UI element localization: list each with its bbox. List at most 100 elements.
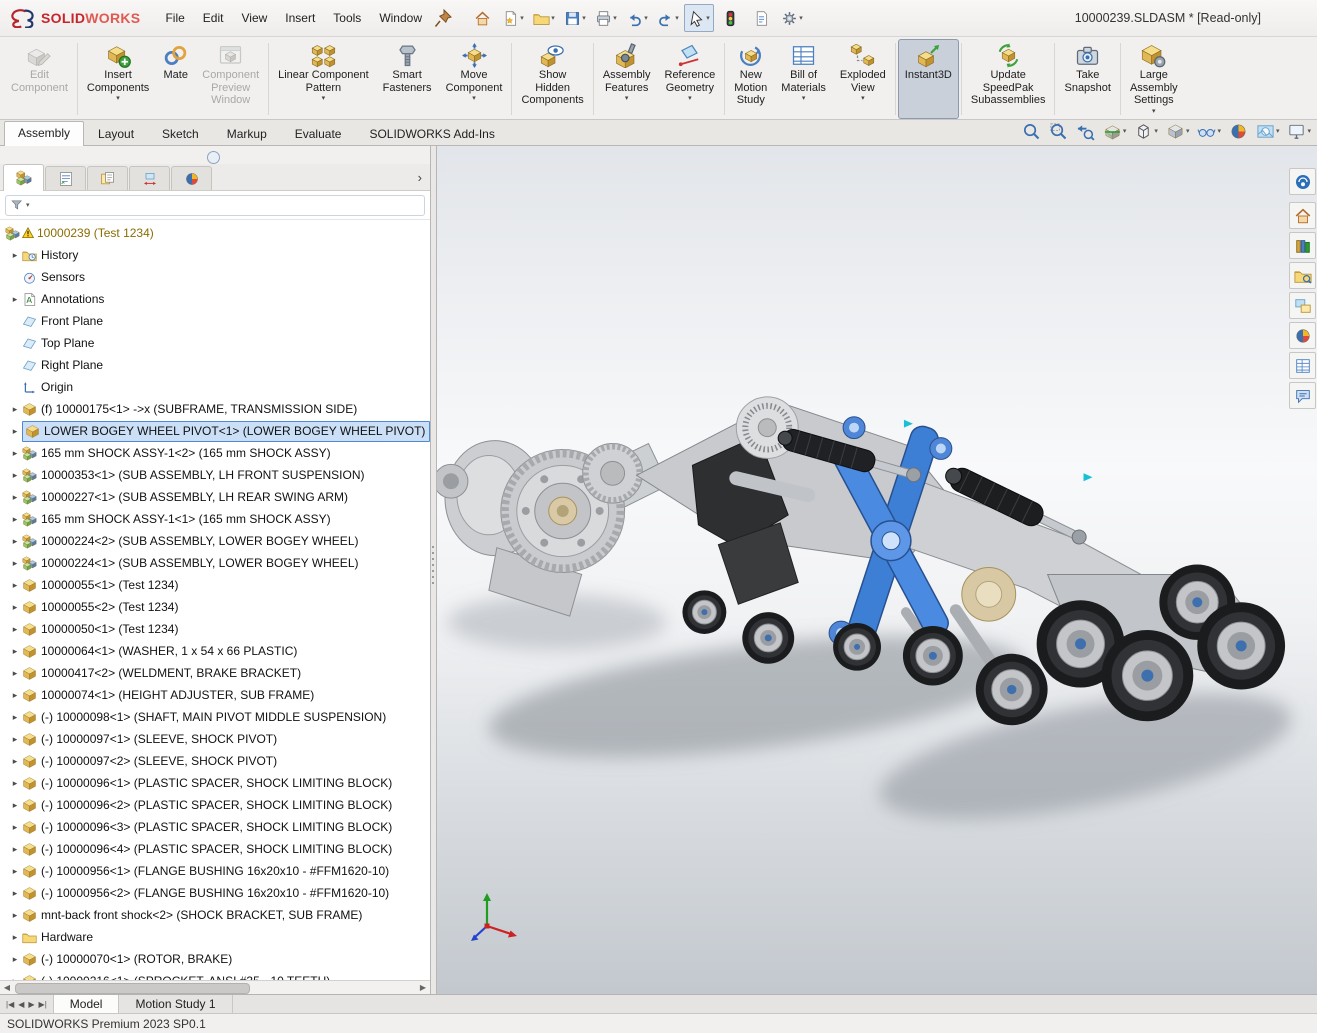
menu-view[interactable]: View [232, 7, 276, 29]
new-document-button[interactable]: ▾ [498, 4, 528, 32]
view-palette-button[interactable] [1289, 292, 1316, 319]
tree-item[interactable]: ▸(-) 10000070<1> (ROTOR, BRAKE) [0, 948, 430, 970]
tree-item[interactable]: Front Plane [0, 310, 430, 332]
tree-item[interactable]: ▸(-) 10000956<2> (FLANGE BUSHING 16x20x1… [0, 882, 430, 904]
show-hidden-components-button[interactable]: Show Hidden Components [514, 39, 590, 119]
tree-item[interactable]: ▸History [0, 244, 430, 266]
dropdown-arrow-icon[interactable]: ▾ [322, 95, 326, 102]
previous-tab-icon[interactable]: ◀ [18, 1000, 24, 1009]
take-snapshot-button[interactable]: Take Snapshot [1057, 39, 1117, 119]
dropdown-arrow-icon[interactable]: ▾ [1154, 128, 1158, 135]
tree-item[interactable]: ▸(-) 10000216<1> (SPROCKET, ANSI #35 - 1… [0, 970, 430, 980]
tree-item[interactable]: Top Plane [0, 332, 430, 354]
expand-arrow-icon[interactable]: ▸ [8, 448, 22, 459]
tree-item[interactable]: ▸(-) 10000096<4> (PLASTIC SPACER, SHOCK … [0, 838, 430, 860]
dropdown-arrow-icon[interactable]: ▾ [644, 15, 648, 22]
tree-item[interactable]: ▸Hardware [0, 926, 430, 948]
bottom-tab-model[interactable]: Model [54, 995, 120, 1013]
tree-item[interactable]: ▸10000050<1> (Test 1234) [0, 618, 430, 640]
expand-arrow-icon[interactable]: ▸ [8, 668, 22, 679]
viewport-3d[interactable] [437, 146, 1317, 994]
tree-item[interactable]: ▸(-) 10000096<3> (PLASTIC SPACER, SHOCK … [0, 816, 430, 838]
insert-components-button[interactable]: Insert Components▾ [80, 39, 156, 119]
tree-item[interactable]: ▸mnt-back front shock<2> (SHOCK BRACKET,… [0, 904, 430, 926]
menu-insert[interactable]: Insert [276, 7, 324, 29]
display-style-button[interactable]: ▾ [1164, 121, 1192, 142]
tree-item[interactable]: ▸10000055<1> (Test 1234) [0, 574, 430, 596]
bottom-tab-motion-study-1[interactable]: Motion Study 1 [119, 995, 232, 1013]
tree-item[interactable]: ▸(-) 10000097<2> (SLEEVE, SHOCK PIVOT) [0, 750, 430, 772]
tree-horizontal-scrollbar[interactable]: ◀ ▶ [0, 980, 430, 994]
tree-item[interactable]: Right Plane [0, 354, 430, 376]
print-button[interactable]: ▾ [591, 4, 621, 32]
new-motion-study-button[interactable]: New Motion Study [727, 39, 774, 119]
expand-arrow-icon[interactable]: ▸ [8, 580, 22, 591]
panel-tab-dimxpertmanager[interactable] [129, 166, 170, 190]
bill-of-materials-button[interactable]: Bill of Materials▾ [774, 39, 833, 119]
panel-splitter[interactable] [430, 146, 437, 994]
dropdown-arrow-icon[interactable]: ▾ [582, 15, 586, 22]
3dexperience-button[interactable] [1289, 168, 1316, 195]
expand-arrow-icon[interactable]: ▸ [8, 514, 22, 525]
tree-item[interactable]: Sensors [0, 266, 430, 288]
scrollbar-thumb[interactable] [15, 983, 250, 994]
tree-item[interactable]: ▸(f) 10000175<1> ->x (SUBFRAME, TRANSMIS… [0, 398, 430, 420]
instant3d-button[interactable]: Instant3D [898, 39, 959, 119]
first-tab-icon[interactable]: |◀ [6, 1000, 14, 1009]
expand-arrow-icon[interactable]: ▸ [8, 558, 22, 569]
dropdown-arrow-icon[interactable]: ▾ [551, 15, 555, 22]
tree-item[interactable]: ▸10000224<1> (SUB ASSEMBLY, LOWER BOGEY … [0, 552, 430, 574]
expand-arrow-icon[interactable]: ▸ [8, 712, 22, 723]
expand-arrow-icon[interactable]: ▸ [8, 954, 22, 965]
scroll-right-icon[interactable]: ▶ [416, 983, 430, 992]
mate-button[interactable]: Mate [156, 39, 195, 119]
reference-geometry-button[interactable]: Reference Geometry▾ [658, 39, 723, 119]
previous-view-button[interactable] [1074, 121, 1097, 142]
tree-item[interactable]: ▸(-) 10000097<1> (SLEEVE, SHOCK PIVOT) [0, 728, 430, 750]
menu-file[interactable]: File [156, 7, 193, 29]
dropdown-arrow-icon[interactable]: ▾ [802, 95, 806, 102]
zoom-fit-button[interactable] [1020, 121, 1043, 142]
view-orientation-button[interactable]: ▾ [1132, 121, 1160, 142]
linear-component-pattern-button[interactable]: Linear Component Pattern▾ [271, 39, 376, 119]
tree-item[interactable]: ▸LOWER BOGEY WHEEL PIVOT<1> (LOWER BOGEY… [0, 420, 430, 442]
custom-properties-button[interactable] [1289, 352, 1316, 379]
appearances-scenes-button[interactable] [1289, 322, 1316, 349]
tree-item[interactable]: ▸165 mm SHOCK ASSY-1<1> (165 mm SHOCK AS… [0, 508, 430, 530]
expand-arrow-icon[interactable]: ▸ [8, 822, 22, 833]
dropdown-arrow-icon[interactable]: ▾ [1152, 108, 1156, 115]
panel-tab-displaymanager[interactable] [171, 166, 212, 190]
dropdown-arrow-icon[interactable]: ▾ [1276, 128, 1280, 135]
redo-button[interactable]: ▾ [653, 4, 683, 32]
expand-arrow-icon[interactable]: ▸ [8, 492, 22, 503]
tree-item[interactable]: ▸10000417<2> (WELDMENT, BRAKE BRACKET) [0, 662, 430, 684]
tree-item[interactable]: ▸10000353<1> (SUB ASSEMBLY, LH FRONT SUS… [0, 464, 430, 486]
undo-button[interactable]: ▾ [622, 4, 652, 32]
panel-tab-featuremanager-design-tree[interactable] [3, 164, 44, 191]
home-button[interactable] [467, 4, 497, 32]
hide-show-items-button[interactable]: ▾ [1195, 121, 1223, 142]
menu-edit[interactable]: Edit [194, 7, 233, 29]
tab-assembly[interactable]: Assembly [4, 121, 84, 146]
tab-sketch[interactable]: Sketch [148, 122, 213, 145]
tree-item[interactable]: ▸10000064<1> (WASHER, 1 x 54 x 66 PLASTI… [0, 640, 430, 662]
dropdown-arrow-icon[interactable]: ▾ [688, 95, 692, 102]
view-settings-button[interactable]: ▾ [1285, 121, 1313, 142]
tree-item[interactable]: ▸10000227<1> (SUB ASSEMBLY, LH REAR SWIN… [0, 486, 430, 508]
dropdown-arrow-icon[interactable]: ▾ [861, 95, 865, 102]
file-explorer-button[interactable] [1289, 262, 1316, 289]
tree-item[interactable]: ▸10000074<1> (HEIGHT ADJUSTER, SUB FRAME… [0, 684, 430, 706]
expand-arrow-icon[interactable]: ▸ [8, 734, 22, 745]
dropdown-arrow-icon[interactable]: ▾ [675, 15, 679, 22]
next-tab-icon[interactable]: ▶ [28, 1000, 34, 1009]
dropdown-arrow-icon[interactable]: ▾ [1307, 128, 1311, 135]
edit-appearance-button[interactable] [1227, 121, 1250, 142]
expand-arrow-icon[interactable]: ▸ [8, 404, 22, 415]
dropdown-arrow-icon[interactable]: ▾ [613, 15, 617, 22]
expand-arrow-icon[interactable]: ▸ [8, 250, 22, 261]
expand-arrow-icon[interactable]: ▸ [8, 426, 22, 437]
tab-layout[interactable]: Layout [84, 122, 148, 145]
tree-root-item[interactable]: 10000239 (Test 1234) [0, 222, 430, 244]
tree-filter-input[interactable]: ▾ [5, 195, 425, 216]
assembly-features-button[interactable]: Assembly Features▾ [596, 39, 658, 119]
